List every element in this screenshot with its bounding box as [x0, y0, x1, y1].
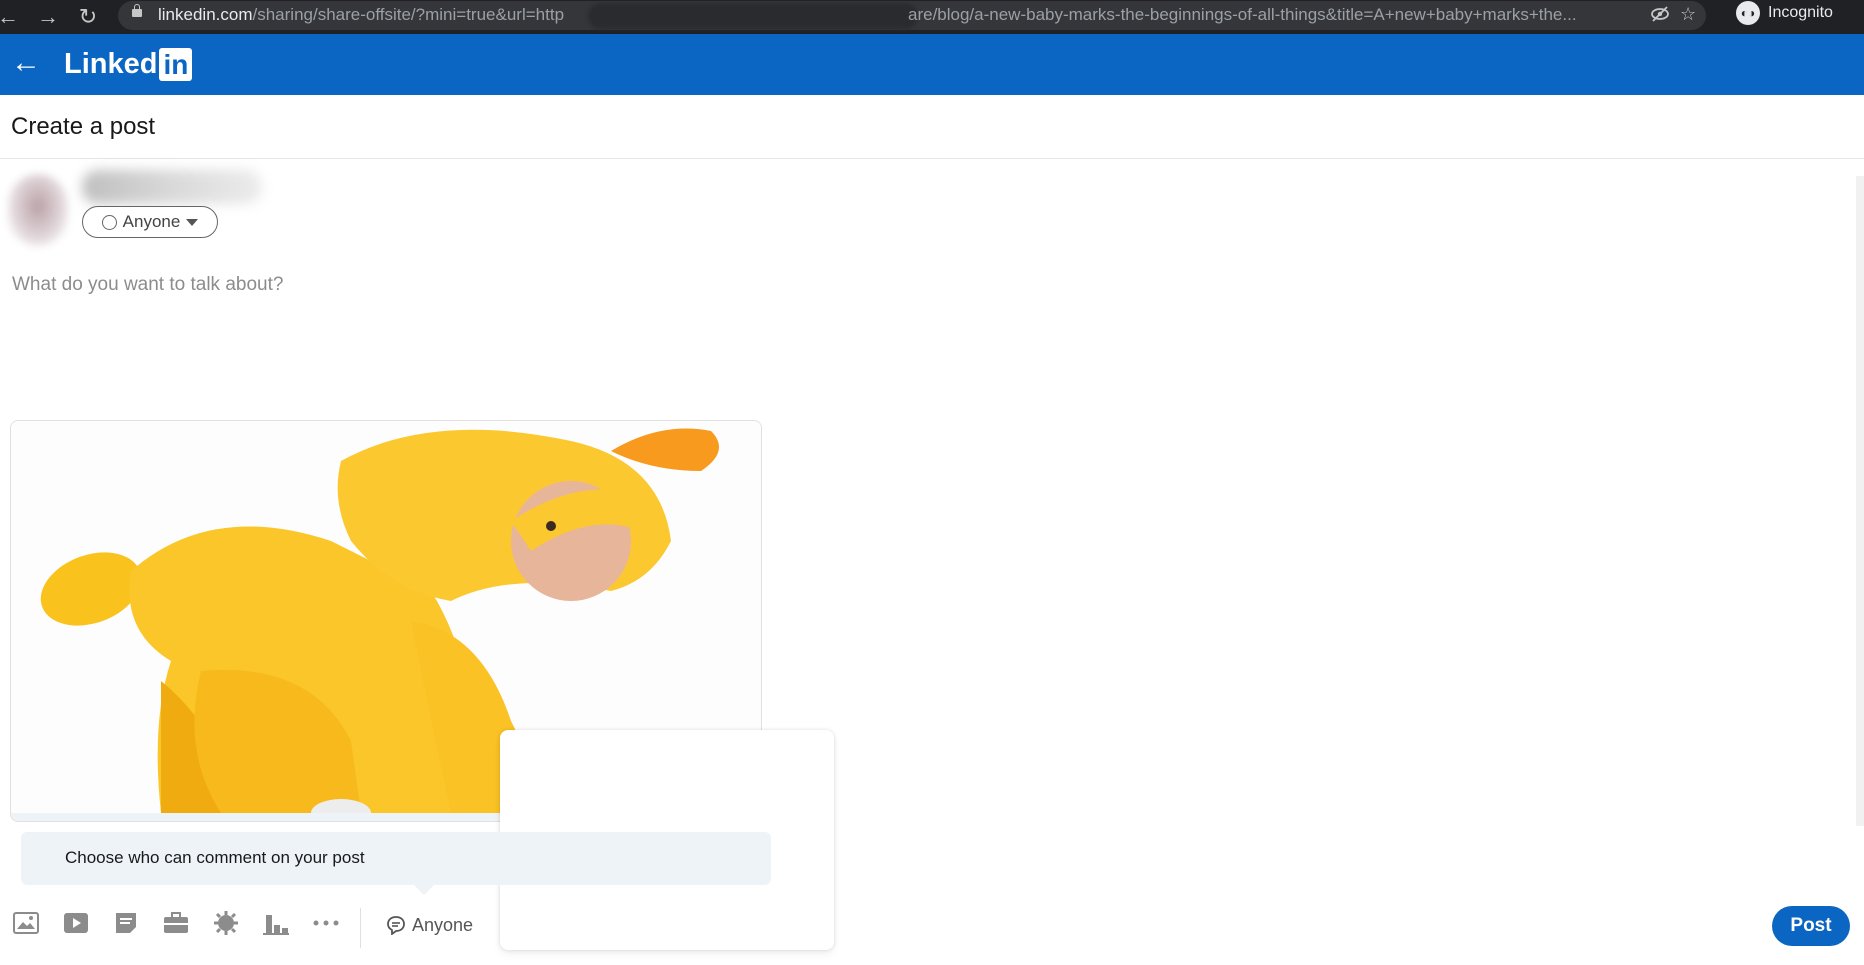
add-video-icon[interactable]: [62, 908, 90, 938]
redacted-url-segment: [588, 3, 918, 29]
browser-toolbar: ← → ↻ linkedin.com/sharing/share-offsite…: [0, 0, 1864, 34]
url-text: linkedin.com/sharing/share-offsite/?mini…: [158, 5, 564, 25]
back-arrow-icon[interactable]: ←: [8, 44, 44, 82]
add-photo-icon[interactable]: [12, 908, 40, 938]
add-document-icon[interactable]: [112, 908, 140, 938]
comment-icon: [387, 916, 405, 935]
url-path-start: /sharing/share-offsite/?mini=true&url=ht…: [252, 5, 565, 24]
celebrate-icon[interactable]: [212, 908, 240, 938]
linkedin-logo[interactable]: Linked in: [64, 48, 193, 81]
post-visibility-button[interactable]: Anyone: [82, 206, 218, 238]
incognito-icon: ◐◑: [1736, 1, 1760, 25]
tooltip-text: Choose who can comment on your post: [65, 848, 365, 867]
page-title: Create a post: [11, 113, 156, 140]
globe-icon: [101, 214, 117, 230]
create-poll-icon[interactable]: [262, 908, 290, 938]
forward-arrow-icon[interactable]: →: [34, 4, 62, 30]
visibility-label: Anyone: [122, 212, 181, 231]
logo-text: Linked: [64, 48, 158, 80]
title-bar: Create a post: [0, 95, 1864, 159]
star-icon[interactable]: ☆: [1680, 4, 1696, 25]
lock-icon[interactable]: [132, 4, 142, 17]
url-host: linkedin.com: [158, 5, 253, 24]
scrollbar[interactable]: [1856, 176, 1864, 826]
address-bar[interactable]: linkedin.com/sharing/share-offsite/?mini…: [118, 1, 1706, 30]
url-path-end: are/blog/a-new-baby-marks-the-beginnings…: [908, 5, 1577, 24]
post-button[interactable]: Post: [1772, 906, 1850, 946]
caret-down-icon: [186, 218, 199, 226]
logo-in-badge: in: [159, 48, 193, 81]
linkedin-header: ← Linked in: [0, 34, 1864, 95]
reload-icon[interactable]: ↻: [74, 4, 102, 30]
toolbar-divider: [360, 908, 361, 948]
incognito-label: Incognito: [1768, 4, 1833, 21]
author-name-redacted: [82, 170, 262, 204]
comment-control-label: Anyone: [412, 914, 474, 935]
comment-control-tooltip: Choose who can comment on your post: [21, 832, 771, 885]
share-job-icon[interactable]: [162, 908, 190, 938]
incognito-indicator[interactable]: ◐◑ Incognito: [1736, 0, 1833, 26]
more-icon[interactable]: [312, 908, 340, 938]
comment-control-button[interactable]: Anyone: [386, 912, 473, 938]
tooltip-pointer: [414, 885, 434, 895]
back-arrow-icon[interactable]: ←: [0, 4, 22, 30]
post-text-editor[interactable]: What do you want to talk about?: [12, 274, 283, 296]
eye-off-icon[interactable]: [1650, 4, 1670, 29]
avatar: [8, 174, 68, 246]
